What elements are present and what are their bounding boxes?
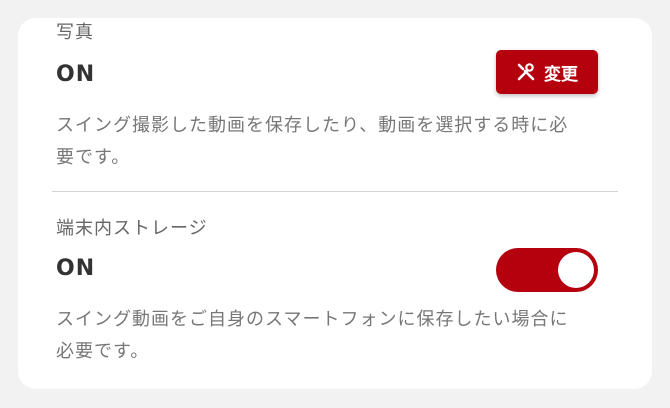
photo-permission-description: スイング撮影した動画を保存したり、動画を選択する時に必要です。 <box>56 115 569 168</box>
storage-permission-status: ON <box>56 256 96 281</box>
change-button-label: 変更 <box>544 64 578 85</box>
storage-permission-label: 端末内ストレージ <box>56 218 208 239</box>
change-button[interactable]: 変更 <box>496 50 598 94</box>
storage-permission-description: スイング動画をご自身のスマートフォンに保存したい場合に必要です。 <box>56 309 569 362</box>
section-divider <box>52 191 618 192</box>
tools-icon <box>516 62 536 82</box>
storage-toggle[interactable] <box>496 248 598 292</box>
photo-permission-status: ON <box>56 62 96 87</box>
toggle-knob <box>558 252 594 288</box>
photo-permission-label: 写真 <box>56 22 94 43</box>
